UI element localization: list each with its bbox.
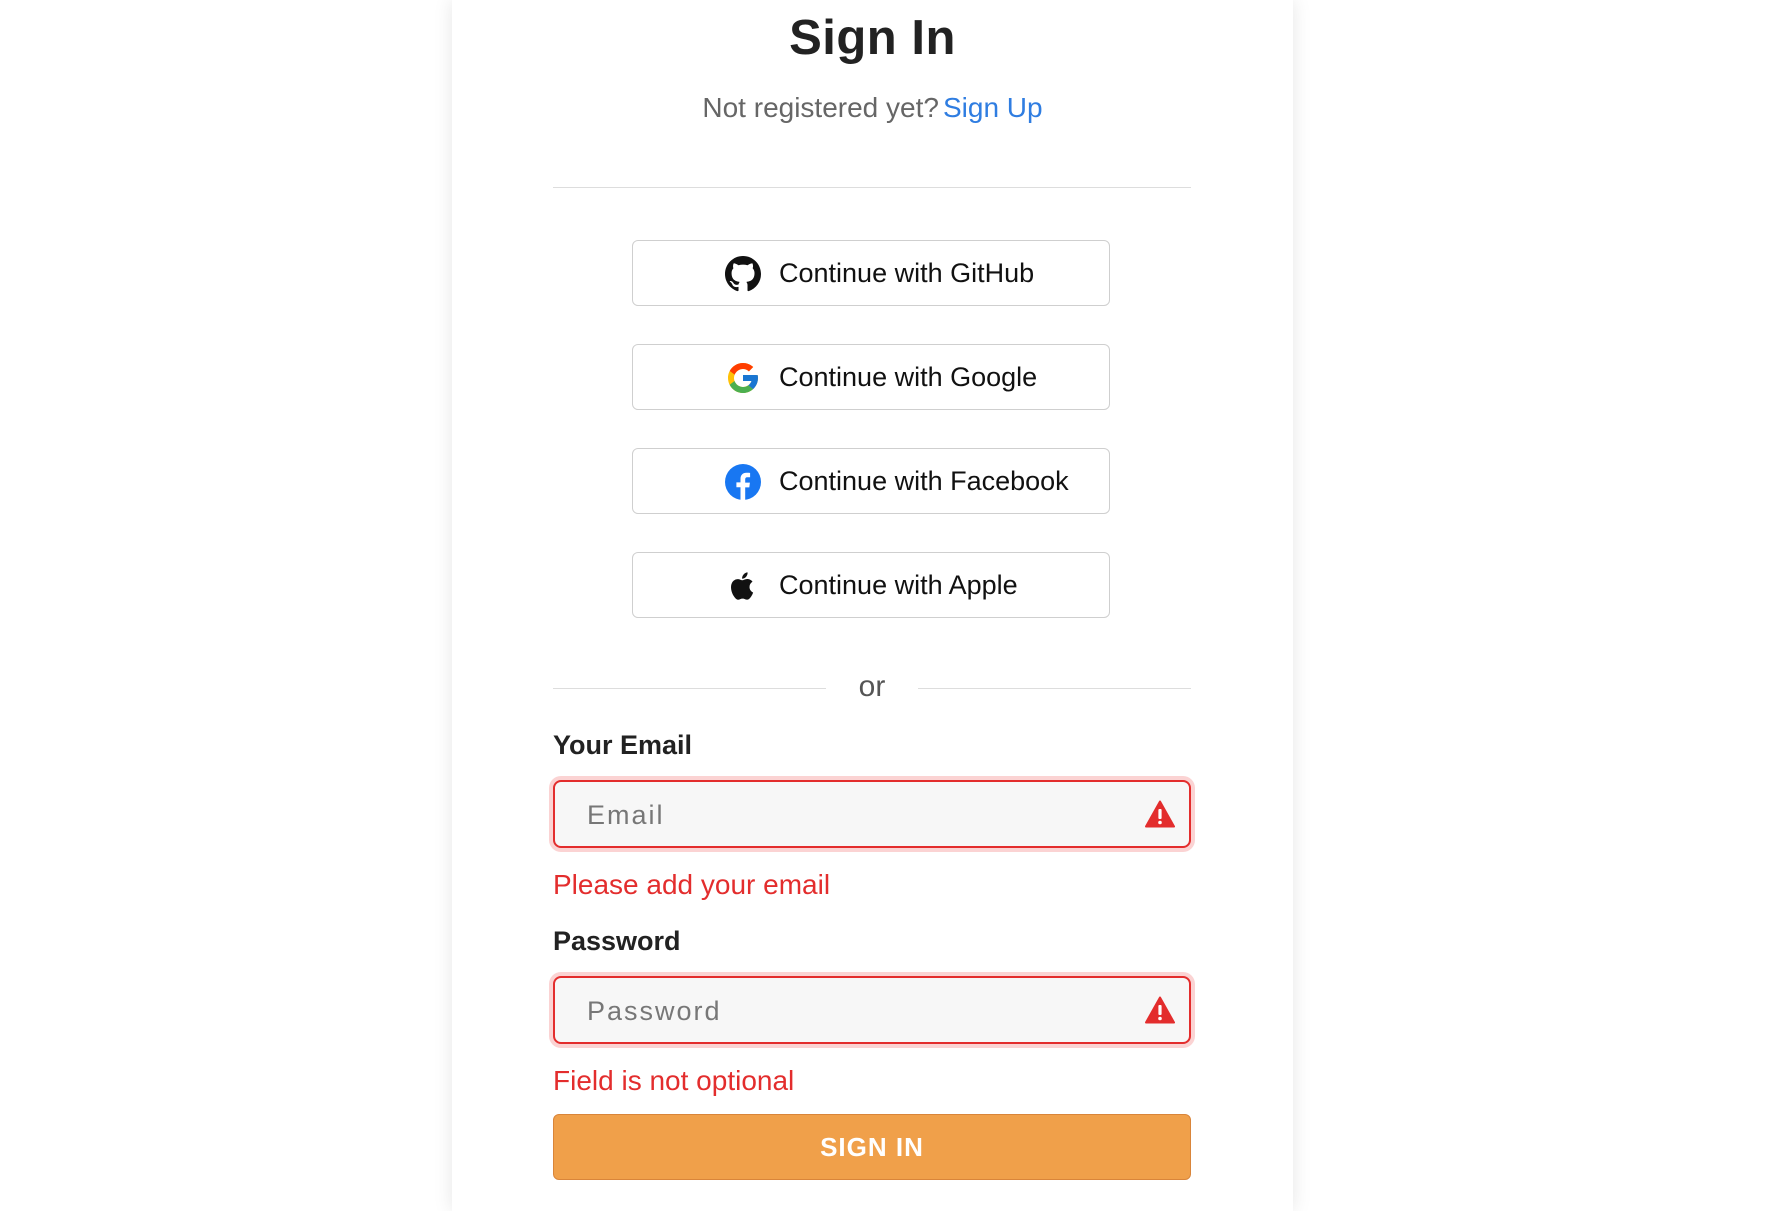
password-label: Password (553, 926, 681, 956)
or-line-right (918, 688, 1191, 689)
signup-link[interactable]: Sign Up (943, 92, 1043, 123)
facebook-icon (725, 464, 761, 500)
apple-button[interactable]: Continue with Apple (632, 552, 1110, 618)
or-text: or (858, 670, 886, 703)
google-icon (728, 363, 758, 393)
github-button-label: Continue with GitHub (779, 258, 1035, 288)
sign-in-card: Sign In Not registered yet? Sign Up Conti… (452, 0, 1293, 1211)
email-field-box (553, 780, 1191, 848)
password-error: Field is not optional (553, 1065, 795, 1096)
password-field-box (553, 976, 1191, 1044)
github-icon (725, 256, 761, 292)
apple-button-label: Continue with Apple (779, 570, 1018, 600)
sign-in-button[interactable]: SIGN IN (553, 1114, 1191, 1180)
password-field-wrapper (549, 972, 1195, 1048)
apple-icon (731, 572, 754, 600)
or-divider: or (553, 670, 1191, 712)
google-button-label: Continue with Google (779, 362, 1038, 392)
password-field[interactable] (585, 978, 1109, 1044)
facebook-button[interactable]: Continue with Facebook (632, 448, 1110, 514)
header-divider (553, 187, 1191, 188)
email-field[interactable] (585, 782, 1109, 848)
facebook-button-label: Continue with Facebook (779, 466, 1069, 496)
email-label: Your Email (553, 730, 693, 760)
warning-icon (1145, 800, 1175, 828)
email-error: Please add your email (553, 869, 831, 900)
signup-prompt-text: Not registered yet? (702, 92, 939, 123)
page-title: Sign In (789, 11, 956, 65)
google-button[interactable]: Continue with Google (632, 344, 1110, 410)
email-field-wrapper (549, 776, 1195, 852)
warning-icon (1145, 996, 1175, 1024)
github-button[interactable]: Continue with GitHub (632, 240, 1110, 306)
signup-prompt: Not registered yet? Sign Up (452, 92, 1293, 124)
